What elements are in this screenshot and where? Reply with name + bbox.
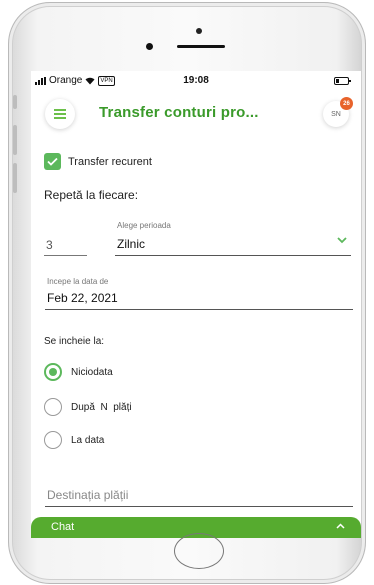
end-option-label: După N plăți (71, 401, 132, 413)
radio-selected[interactable] (44, 363, 62, 381)
ends-label: Se incheie la: (44, 336, 105, 347)
battery-icon (334, 77, 351, 85)
sensor-dot (146, 43, 153, 50)
end-option-never[interactable]: Niciodata (44, 363, 113, 381)
period-label: Alege perioada (117, 221, 171, 230)
volume-down-button (13, 163, 17, 193)
radio-unselected[interactable] (44, 431, 62, 449)
start-date-field[interactable]: Feb 22, 2021 (47, 291, 118, 305)
interval-input[interactable]: 3 (46, 238, 53, 252)
mute-switch (13, 95, 17, 109)
interval-underline (44, 255, 87, 256)
end-option-label: Niciodata (71, 366, 113, 378)
end-option-after-n-payments[interactable]: După N plăți (44, 398, 132, 416)
page-title: Transfer conturi pro... (99, 104, 259, 121)
chevron-up-icon[interactable] (336, 523, 345, 529)
repeat-label: Repetă la fiecare: (44, 188, 139, 202)
recurring-transfer-toggle[interactable]: Transfer recurent (44, 153, 152, 170)
notification-badge: 26 (340, 97, 353, 110)
period-underline (115, 255, 351, 256)
start-date-underline (45, 309, 353, 310)
end-option-label: La data (71, 434, 105, 446)
avatar-initials: SN (331, 110, 341, 118)
radio-unselected[interactable] (44, 398, 62, 416)
destination-input[interactable]: Destinația plății (47, 488, 128, 502)
phone-frame: Orange VPN 19:08 Transfer conturi pro...… (8, 2, 366, 584)
app-screen: Orange VPN 19:08 Transfer conturi pro...… (31, 71, 361, 538)
clock: 19:08 (183, 75, 209, 86)
end-option-on-date[interactable]: La data (44, 431, 104, 449)
chevron-down-icon[interactable] (337, 237, 347, 244)
destination-underline (45, 506, 353, 507)
menu-button[interactable] (45, 99, 75, 129)
status-bar: Orange VPN 19:08 (31, 71, 361, 93)
checkmark-icon (47, 157, 58, 166)
app-header: Transfer conturi pro... SN 26 (31, 93, 361, 137)
checkbox-label: Transfer recurent (68, 155, 152, 168)
front-camera (196, 28, 202, 34)
avatar[interactable]: SN 26 (323, 97, 353, 127)
earpiece-speaker (177, 45, 225, 48)
checkbox-checked[interactable] (44, 153, 61, 170)
chat-label: Chat (51, 521, 75, 533)
volume-up-button (13, 125, 17, 155)
period-select[interactable]: Zilnic (117, 237, 145, 251)
home-button[interactable] (174, 533, 224, 569)
start-date-label: Incepe la data de (47, 277, 109, 286)
